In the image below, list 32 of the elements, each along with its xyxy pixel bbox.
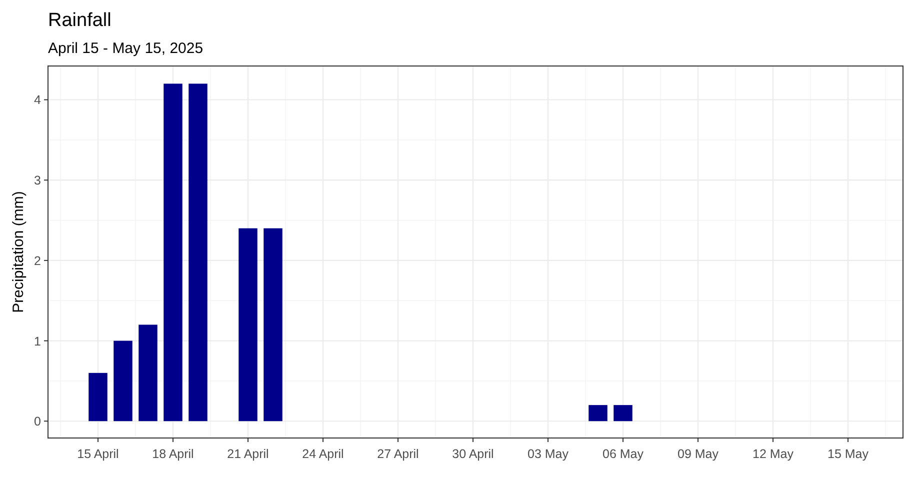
y-tick-label: 1	[34, 334, 41, 348]
y-tick-label: 0	[34, 414, 41, 429]
y-tick	[44, 260, 48, 261]
y-tick-label: 2	[34, 254, 41, 268]
y-tick	[44, 340, 48, 342]
x-tick	[472, 438, 474, 442]
y-tick	[44, 99, 48, 100]
x-tick-label: 18 April	[152, 447, 194, 461]
x-tick-label: 03 May	[528, 447, 568, 461]
x-tick-label: 27 April	[377, 447, 419, 461]
x-tick-label: 21 April	[227, 447, 269, 461]
bar	[588, 405, 608, 422]
x-tick	[772, 438, 774, 442]
x-tick	[172, 438, 174, 442]
bar	[614, 405, 632, 422]
x-tick-label: 09 May	[678, 447, 718, 461]
x-tick-label: 15 April	[77, 447, 119, 461]
x-tick	[322, 438, 324, 442]
x-tick-label: 24 April	[302, 447, 344, 461]
y-tick	[44, 420, 48, 422]
y-axis-label: Precipitation (mm)	[10, 191, 27, 313]
y-tick	[44, 180, 48, 181]
x-tick	[622, 438, 624, 442]
x-tick-label: 12 May	[752, 447, 794, 461]
x-tick-label: 06 May	[602, 447, 644, 461]
chart-subtitle: April 15 - May 15, 2025	[48, 40, 204, 57]
x-tick-label: 15 May	[828, 447, 868, 461]
x-tick-label: 30 April	[452, 447, 494, 461]
y-tick-label: 3	[34, 174, 41, 188]
bar	[88, 372, 108, 422]
chart-title: Rainfall	[48, 10, 112, 31]
y-tick-label: 4	[34, 93, 41, 108]
